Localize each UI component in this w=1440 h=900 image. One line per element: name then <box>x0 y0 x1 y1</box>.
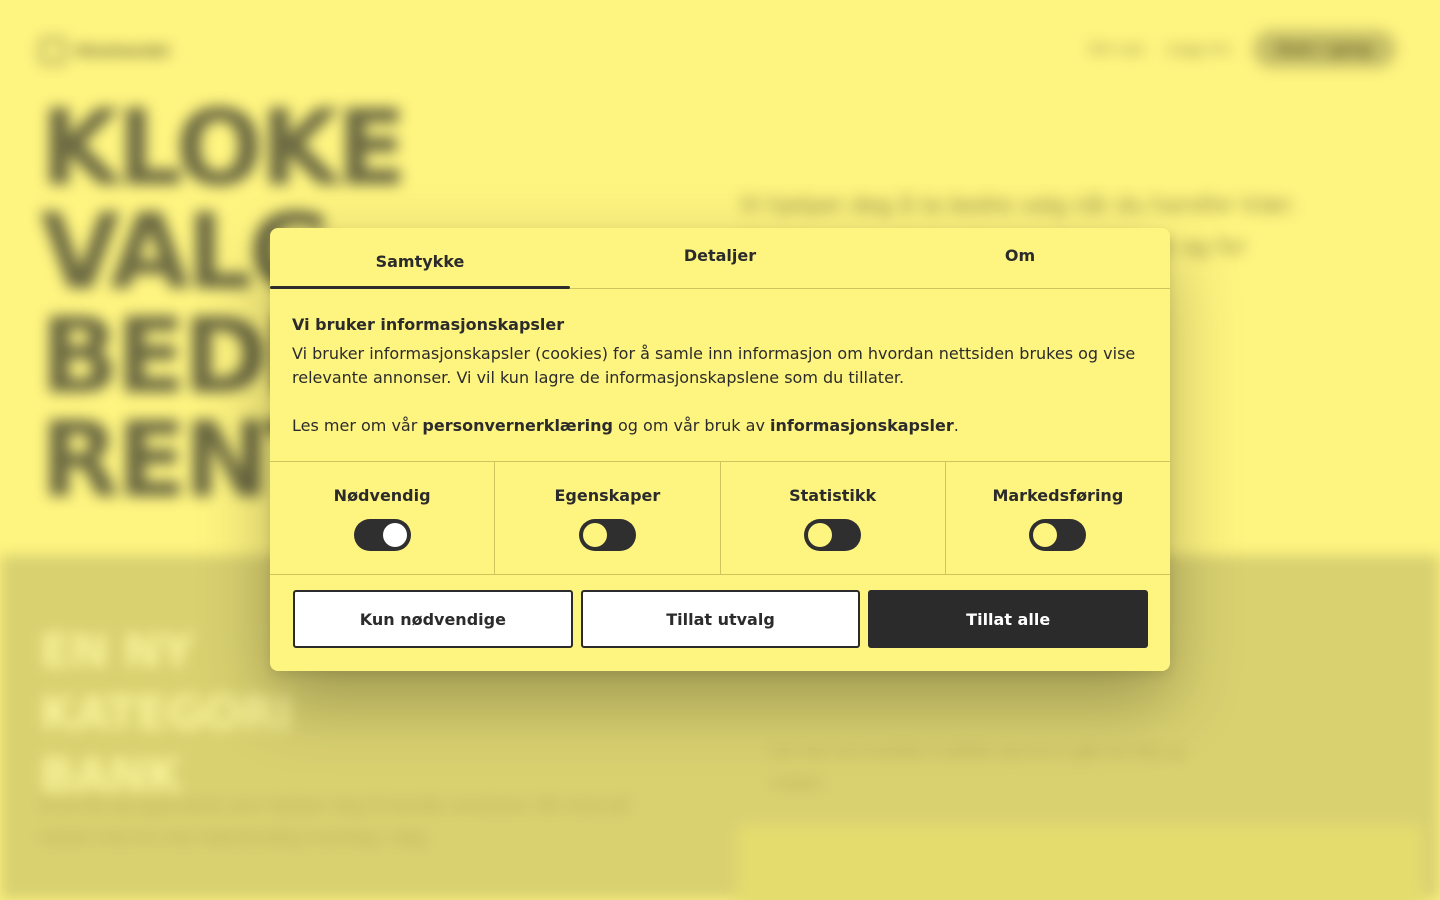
category-label: Egenskaper <box>554 486 661 505</box>
tab-about[interactable]: Om <box>870 228 1170 288</box>
toggle-knob <box>582 523 607 547</box>
category-label: Nødvendig <box>333 486 431 505</box>
info-card <box>738 825 1422 900</box>
logo-icon <box>40 38 66 64</box>
privacy-policy-link[interactable]: personvernerklæring <box>422 416 613 435</box>
necessary-toggle[interactable] <box>353 519 411 551</box>
allow-all-button[interactable]: Tillat alle <box>868 590 1149 648</box>
top-nav: Om oss Logg inn Kom i gang <box>1089 30 1396 68</box>
consent-actions: Kun nødvendige Tillat utvalg Tillat alle <box>270 575 1170 648</box>
nav-item-login: Logg inn <box>1166 40 1231 58</box>
section-text: Vi er en ny type bank som hjelper deg å … <box>40 796 629 848</box>
marketing-toggle[interactable] <box>1029 519 1087 551</box>
category-label: Statistikk <box>789 486 877 505</box>
tab-details[interactable]: Detaljer <box>570 228 870 288</box>
consent-categories: Nødvendig Egenskaper Statistikk Markedsf… <box>270 462 1170 575</box>
section-heading-line: KATEGORI <box>40 686 293 740</box>
section-heading: EN NY KATEGORI BANK <box>40 620 293 806</box>
category-label: Markedsføring <box>992 486 1124 505</box>
side-text: Les mer om hvordan vi jobber og hva vi g… <box>770 742 1185 792</box>
tab-consent[interactable]: Samtykke <box>270 228 570 289</box>
read-more-suffix: . <box>953 416 959 435</box>
logo-text: Kleshandel <box>76 42 170 60</box>
read-more-prefix: Les mer om vår <box>292 416 423 435</box>
toggle-knob <box>808 523 833 547</box>
site-logo: Kleshandel <box>40 38 169 64</box>
category-necessary: Nødvendig <box>270 462 496 574</box>
toggle-knob <box>1033 523 1058 547</box>
nav-item-about: Om oss <box>1088 40 1145 58</box>
consent-read-more: Les mer om vår personvernerklæring og om… <box>292 414 1148 438</box>
section-heading-line: EN NY <box>40 624 194 678</box>
consent-text: Vi bruker informasjonskapsler (cookies) … <box>292 344 1136 387</box>
category-marketing: Markedsføring <box>946 462 1170 574</box>
dialog-tabs: Samtykke Detaljer Om <box>270 228 1170 289</box>
allow-selection-button[interactable]: Tillat utvalg <box>580 590 861 648</box>
cookies-link[interactable]: informasjonskapsler <box>770 416 954 435</box>
consent-title: Vi bruker informasjonskapsler <box>292 315 565 334</box>
toggle-knob <box>382 523 407 547</box>
statistics-toggle[interactable] <box>804 519 862 551</box>
cookie-consent-dialog: Samtykke Detaljer Om Vi bruker informasj… <box>270 228 1170 671</box>
consent-content: Vi bruker informasjonskapsler Vi bruker … <box>270 289 1170 462</box>
category-statistics: Statistikk <box>721 462 946 574</box>
allow-necessary-button[interactable]: Kun nødvendige <box>293 590 573 648</box>
read-more-middle: og om vår bruk av <box>612 416 771 435</box>
preferences-toggle[interactable] <box>578 519 636 551</box>
category-preferences: Egenskaper <box>495 462 721 574</box>
nav-cta-button: Kom i gang <box>1252 30 1396 68</box>
hero-line: KLOKE <box>40 87 407 209</box>
